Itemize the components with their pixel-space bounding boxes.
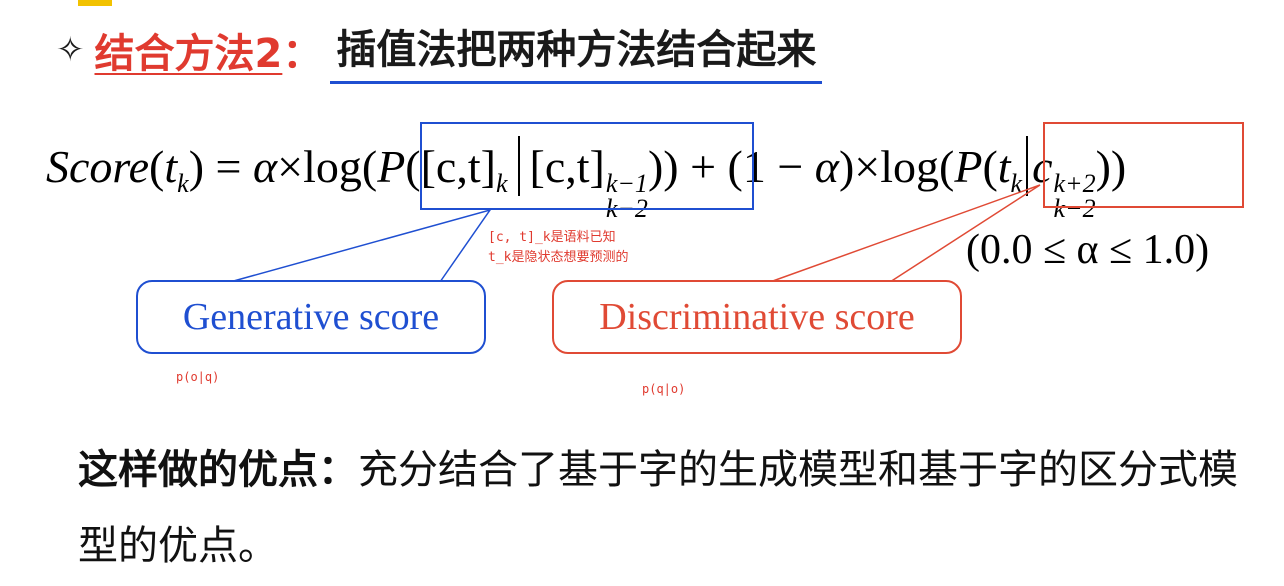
- discriminative-score-callout: Discriminative score: [552, 280, 962, 354]
- generative-score-callout: Generative score: [136, 280, 486, 354]
- note-line-2: t_k是隐状态想要预测的: [488, 250, 629, 266]
- annotation-note: [c, t]_k是语料已知 t_k是隐状态想要预测的: [488, 228, 628, 268]
- note-line-1: [c, t]_k是语料已知: [488, 230, 616, 245]
- alpha-range: (0.0 ≤ α ≤ 1.0): [966, 227, 1210, 273]
- discriminative-score-label: Discriminative score: [599, 296, 915, 338]
- advantage-paragraph: 这样做的优点：充分结合了基于字的生成模型和基于字的区分式模型的优点。: [78, 432, 1268, 584]
- p-q-given-o-label: p(q|o): [642, 382, 686, 396]
- generative-score-label: Generative score: [182, 296, 440, 338]
- p-o-given-q-label: p(o|q): [176, 370, 220, 384]
- advantage-heading: 这样做的优点：: [78, 447, 358, 493]
